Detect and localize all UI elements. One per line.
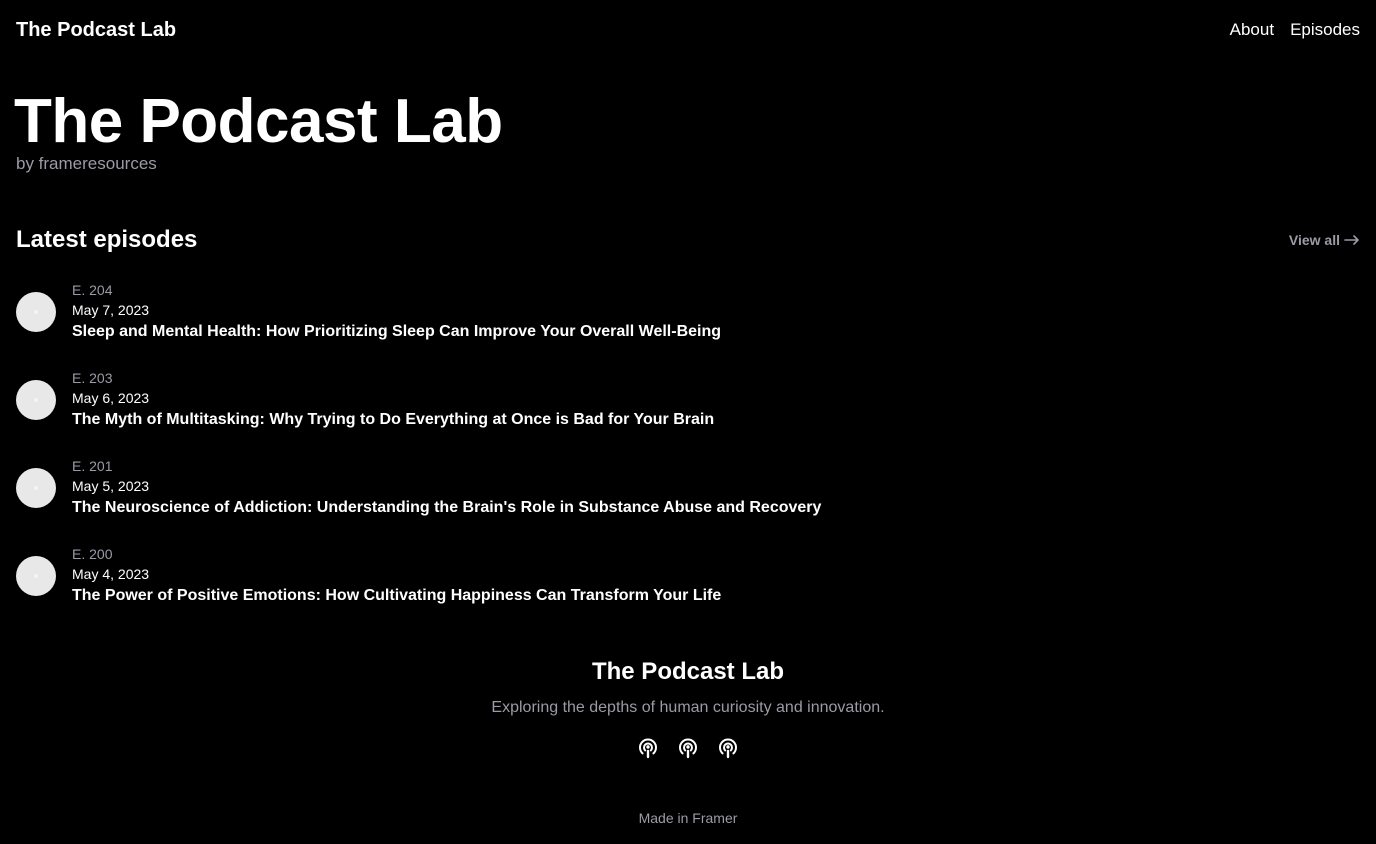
episode-thumbnail (16, 556, 56, 596)
episode-date: May 7, 2023 (72, 302, 150, 318)
episode-row-203[interactable]: E. 203 May 6, 2023 The Myth of Multitask… (16, 368, 1360, 456)
site-logo-link[interactable]: The Podcast Lab (16, 18, 176, 42)
episode-title[interactable]: The Power of Positive Emotions: How Cult… (72, 586, 721, 606)
footer-podcast-links (0, 736, 1376, 760)
episode-title[interactable]: Sleep and Mental Health: How Prioritizin… (72, 322, 721, 342)
episode-row-201[interactable]: E. 201 May 5, 2023 The Neuroscience of A… (16, 456, 1360, 544)
episode-row-204[interactable]: E. 204 May 7, 2023 Sleep and Mental Heal… (16, 280, 1360, 368)
latest-episodes-heading: Latest episodes (16, 226, 198, 253)
arrow-right-icon (1344, 235, 1359, 245)
hero-byline: by frameresources (16, 154, 157, 173)
nav-link-episodes[interactable]: Episodes (1290, 20, 1360, 40)
view-all-link[interactable]: View all (1289, 231, 1360, 249)
hero-title: The Podcast Lab (14, 87, 503, 156)
footer-tagline: Exploring the depths of human curiosity … (491, 699, 885, 716)
episode-title[interactable]: The Neuroscience of Addiction: Understan… (72, 498, 821, 518)
made-in-framer-badge[interactable]: Made in Framer (0, 809, 1376, 827)
episode-list: E. 204 May 7, 2023 Sleep and Mental Heal… (16, 280, 1360, 632)
episode-thumbnail (16, 380, 56, 420)
episode-date: May 6, 2023 (72, 390, 150, 406)
episode-number: E. 200 (72, 546, 113, 562)
episode-thumbnail (16, 468, 56, 508)
episode-row-200[interactable]: E. 200 May 4, 2023 The Power of Positive… (16, 544, 1360, 632)
podcast-icon[interactable] (636, 736, 660, 760)
episode-date: May 4, 2023 (72, 566, 150, 582)
podcast-icon[interactable] (716, 736, 740, 760)
nav-link-about[interactable]: About (1230, 20, 1274, 40)
podcast-icon[interactable] (676, 736, 700, 760)
top-nav: The Podcast Lab About Episodes (0, 0, 1376, 60)
episode-number: E. 201 (72, 458, 113, 474)
footer-title: The Podcast Lab (591, 658, 785, 685)
episode-title[interactable]: The Myth of Multitasking: Why Trying to … (72, 410, 714, 430)
episode-number: E. 204 (72, 282, 113, 298)
view-all-label: View all (1288, 232, 1340, 248)
episode-thumbnail (16, 292, 56, 332)
episode-number: E. 203 (72, 370, 113, 386)
nav-links: About Episodes (1230, 20, 1360, 40)
episode-date: May 5, 2023 (72, 478, 150, 494)
